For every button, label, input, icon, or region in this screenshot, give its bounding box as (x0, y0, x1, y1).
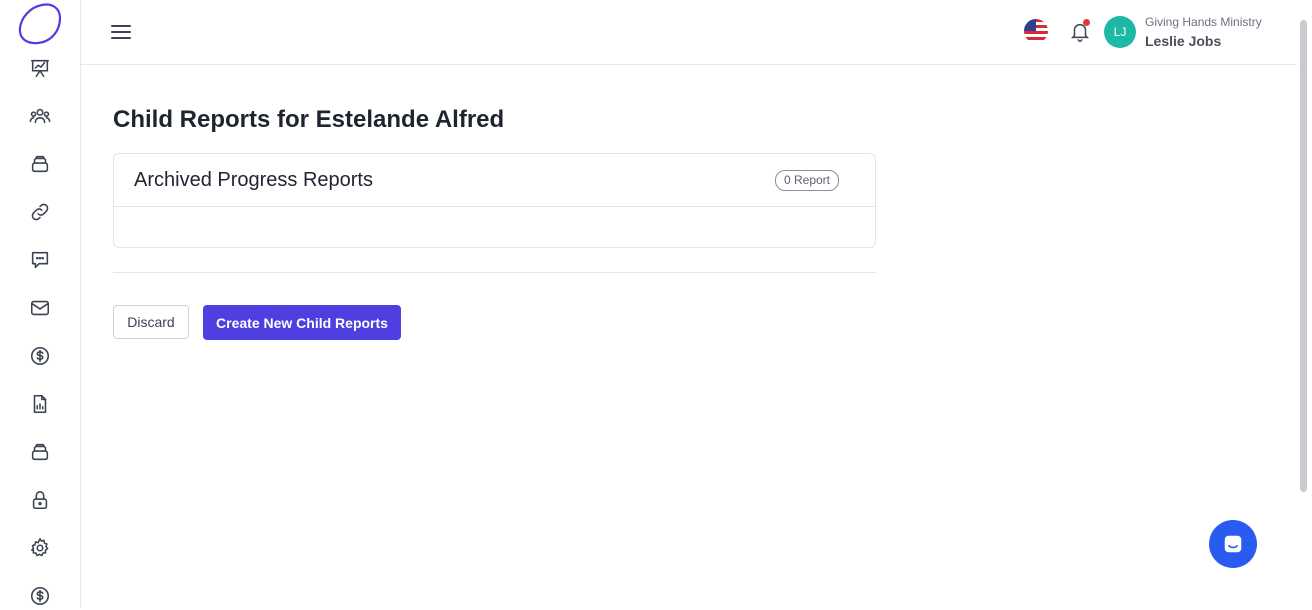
sidebar (0, 0, 81, 608)
divider (113, 272, 876, 273)
chat-bubble-icon[interactable] (26, 246, 54, 274)
box-stack-icon[interactable] (26, 150, 54, 178)
link-icon[interactable] (26, 198, 54, 226)
gear-icon[interactable] (26, 534, 54, 562)
create-child-reports-button[interactable]: Create New Child Reports (203, 305, 401, 340)
scrollbar[interactable] (1300, 20, 1307, 492)
chat-icon (1224, 535, 1242, 553)
notification-dot (1083, 19, 1090, 26)
us-flag-icon[interactable] (1024, 19, 1048, 43)
dollar-circle-icon[interactable] (26, 582, 54, 610)
users-group-icon[interactable] (26, 102, 54, 130)
archived-reports-card: Archived Progress Reports 0 Report (113, 153, 876, 248)
organization-name: Giving Hands Ministry (1145, 15, 1262, 29)
page-title: Child Reports for Estelande Alfred (113, 106, 505, 133)
top-bar: LJ Giving Hands Ministry Leslie Jobs (81, 0, 1297, 65)
box-stack-icon[interactable] (26, 438, 54, 466)
hamburger-menu-icon[interactable] (111, 22, 131, 42)
lock-icon[interactable] (26, 486, 54, 514)
dollar-circle-icon[interactable] (26, 342, 54, 370)
presentation-chart-icon[interactable] (26, 54, 54, 82)
user-name[interactable]: Leslie Jobs (1145, 33, 1221, 49)
chat-launcher-button[interactable] (1209, 520, 1257, 568)
card-header: Archived Progress Reports 0 Report (114, 154, 875, 207)
logo[interactable] (16, 2, 64, 46)
card-title: Archived Progress Reports (134, 169, 373, 191)
report-count-badge: 0 Report (774, 170, 839, 191)
discard-button[interactable]: Discard (113, 305, 189, 339)
mail-icon[interactable] (26, 294, 54, 322)
report-document-icon[interactable] (26, 390, 54, 418)
notification-bell-icon[interactable] (1069, 19, 1093, 44)
avatar[interactable]: LJ (1104, 16, 1136, 48)
